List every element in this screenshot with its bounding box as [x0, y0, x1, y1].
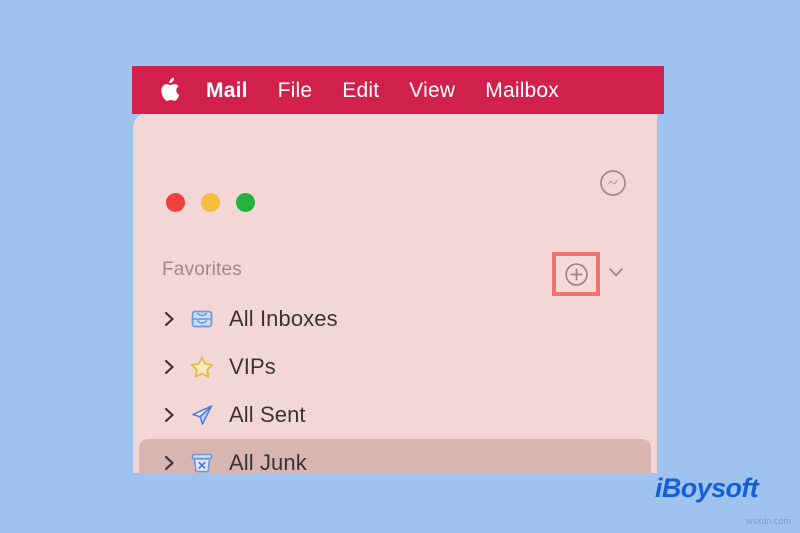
mailbox-label: All Junk: [229, 450, 307, 473]
mail-sidebar-panel: Favorites All Inboxes VIPs All Sent All …: [133, 112, 657, 473]
mailbox-list: All Inboxes VIPs All Sent All Junk: [133, 295, 657, 473]
star-icon: [190, 356, 214, 378]
apple-logo-icon[interactable]: [158, 77, 180, 103]
chevron-right-icon[interactable]: [164, 407, 175, 423]
mailbox-label: All Sent: [229, 402, 306, 427]
chevron-right-icon[interactable]: [164, 311, 175, 327]
iboysoft-logo: iBoysoft: [655, 473, 759, 503]
close-button[interactable]: [166, 193, 185, 212]
menu-bar: Mail File Edit View Mailbox: [132, 66, 664, 114]
mailbox-row-all-inboxes[interactable]: All Inboxes: [139, 295, 651, 343]
menu-item-file[interactable]: File: [278, 80, 313, 101]
menu-item-view[interactable]: View: [409, 80, 455, 101]
menu-item-edit[interactable]: Edit: [342, 80, 379, 101]
chevron-down-icon[interactable]: [606, 262, 626, 282]
section-title-favorites: Favorites: [162, 259, 242, 280]
favorites-section-header: Favorites: [133, 252, 657, 296]
messenger-circle-icon[interactable]: [598, 168, 628, 198]
paper-plane-icon: [192, 405, 213, 425]
menu-item-mail[interactable]: Mail: [206, 80, 248, 101]
inbox-tray-icon: [191, 310, 213, 328]
mailbox-row-vips[interactable]: VIPs: [139, 343, 651, 391]
mailbox-label: VIPs: [229, 354, 276, 379]
add-mailbox-button[interactable]: [552, 252, 600, 296]
mailbox-row-all-junk[interactable]: All Junk: [139, 439, 651, 473]
watermark-text: wsxdn.com: [746, 516, 792, 526]
chevron-right-icon[interactable]: [164, 359, 175, 375]
window-controls: [166, 193, 255, 212]
minimize-button[interactable]: [201, 193, 220, 212]
plus-circle-icon: [564, 262, 588, 286]
mail-window: Mail File Edit View Mailbox Favorites Al…: [132, 66, 664, 473]
menu-item-mailbox[interactable]: Mailbox: [485, 80, 559, 101]
mailbox-label: All Inboxes: [229, 306, 338, 331]
maximize-button[interactable]: [236, 193, 255, 212]
mailbox-row-all-sent[interactable]: All Sent: [139, 391, 651, 439]
chevron-right-icon[interactable]: [164, 455, 175, 471]
junk-bin-icon: [191, 453, 213, 473]
